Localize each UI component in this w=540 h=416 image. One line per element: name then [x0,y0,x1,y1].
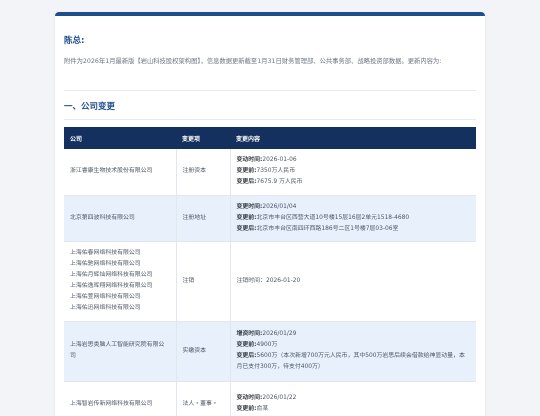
change-item-cell: 注册地址 [176,195,231,242]
detail-value: 俞某 [256,406,269,412]
detail-line: 变更后:北京市丰台区南四环西路186号二区1号楼7层03-06室 [237,224,471,235]
table-header-row: 公司 变更项 变更内容 [64,127,476,149]
detail-label: 变更前: [236,406,257,412]
column-header: 变更内容 [230,127,476,149]
company-cell: 上海智岩传新网络科技有限公司 [64,381,177,416]
detail-label: 变更前: [236,342,257,348]
company-name: 浙江睿康生物技术股份有限公司 [70,168,153,175]
company-name: 上海岩思类脑人工智能研究院有限公司 [70,342,165,359]
change-item-cell: 实缴资本 [176,321,231,382]
company-cell: 上海佑春网络科技有限公司 上海佑驰网络科技有限公司 上海佑月辉灿网络科技有限公司… [64,241,177,322]
company-cell: 北京第四波科技有限公司 [64,195,177,242]
detail-value: 2026/01/22 [262,395,297,401]
table-row: 上海岩思类脑人工智能研究院有限公司 实缴资本 增资时间:2026/01/29 变… [64,321,476,382]
section-title: 一、公司变更 [64,102,116,112]
detail-value: 7350万人民币 [256,168,296,175]
detail-line: 变更前:4900万 [237,340,471,351]
detail-value: 2026/01/29 [262,331,297,337]
table-row: 上海佑春网络科技有限公司 上海佑驰网络科技有限公司 上海佑月辉灿网络科技有限公司… [64,241,476,322]
detail-label: 变更前: [236,214,257,221]
detail-value: 北京市丰台区南四环西路186号二区1号楼7层03-06室 [256,225,399,232]
change-item-cell: 法人・董事・ [176,381,231,416]
detail-value: 注销时间：2026-01-20 [236,277,301,284]
detail-line: 变更后:5600万（本次新增700万元人民币，其中500万岩思后续会借款给神显动… [237,351,471,373]
detail-line: 变更前:北京市丰台区西营大道10号楼15层16层2单元1518-4680 [237,213,471,224]
detail-value: 4900万 [256,342,278,348]
company-name: 上海佑萱网络科技有限公司 [70,294,141,300]
detail-line: 变更后:7675.9 万人民币 [237,177,471,188]
change-detail-cell: 增资时间:2026/01/29 变更前:4900万 变更后:5600万（本次新增… [230,321,476,382]
company-cell: 上海岩思类脑人工智能研究院有限公司 [64,321,177,382]
divider [64,119,476,120]
change-detail-cell: 变更时间:2026/01/04 变更前:北京市丰台区西营大道10号楼15层16层… [230,195,476,242]
company-cell: 浙江睿康生物技术股份有限公司 [64,149,177,196]
detail-label: 变更后: [236,225,257,232]
email-card: 陈总: 附件为2026年1月最新版【岩山科技股权架构图】，信息数据更新截至1月3… [55,12,485,416]
company-name: 上海佑逸晖翔网络科技有限公司 [70,283,153,289]
detail-label: 变更后: [236,353,257,359]
detail-label: 变更前: [236,168,257,175]
detail-label: 变更后: [236,179,257,186]
detail-line: 增资时间:2026/01/29 [237,329,471,340]
column-header: 公司 [64,127,176,149]
greeting: 陈总: [64,36,85,46]
change-detail-cell: 变动时间:2026/01/22 变更前:俞某 [230,381,476,416]
company-name: 上海佑迅网络科技有限公司 [70,305,141,311]
detail-line: 变动时间:2026/01/22 [237,393,471,404]
table-row: 上海智岩传新网络科技有限公司 法人・董事・ 变动时间:2026/01/22 变更… [64,381,476,416]
table-row: 浙江睿康生物技术股份有限公司 注册资本 变动时间:2026-01-06 变更前:… [64,149,476,196]
detail-value: 2026-01-06 [262,157,297,164]
detail-line: 变更前:7350万人民币 [237,166,471,177]
detail-value: 2026/01/04 [262,203,297,210]
changes-table: 公司 变更项 变更内容 浙江睿康生物技术股份有限公司 注册资本 变动时间:202… [64,127,476,416]
change-item-cell: 注销 [176,241,231,322]
company-name: 北京第四波科技有限公司 [70,214,135,221]
divider [64,90,476,91]
detail-line: 变更时间:2026/01/04 [237,202,471,213]
detail-label: 增资时间: [236,331,263,337]
detail-line: 变动时间:2026-01-06 [237,155,471,166]
company-name: 上海佑月辉灿网络科技有限公司 [70,272,153,278]
detail-value: 7675.9 万人民币 [256,179,303,186]
table-row: 北京第四波科技有限公司 注册地址 变更时间:2026/01/04 变更前:北京市… [64,195,476,242]
company-name: 上海智岩传新网络科技有限公司 [70,400,153,407]
detail-value: 5600万（本次新增700万元人民币，其中500万岩思后续会借款给神显动量，本月… [236,353,465,370]
change-detail-cell: 注销时间：2026-01-20 [230,241,476,322]
detail-label: 变更时间: [236,203,263,210]
change-item-cell: 注册资本 [176,149,231,196]
intro-text: 附件为2026年1月最新版【岩山科技股权架构图】，信息数据更新截至1月31日财务… [64,58,442,65]
company-name: 上海佑驰网络科技有限公司 [70,261,141,267]
detail-line: 变更前:俞某 [237,404,471,415]
detail-label: 变动时间: [236,157,263,164]
change-detail-cell: 变动时间:2026-01-06 变更前:7350万人民币 变更后:7675.9 … [230,149,476,196]
column-header: 变更项 [176,127,230,149]
detail-value: 北京市丰台区西营大道10号楼15层16层2单元1518-4680 [256,214,410,221]
company-name: 上海佑春网络科技有限公司 [70,250,141,256]
detail-label: 变动时间: [236,395,263,401]
